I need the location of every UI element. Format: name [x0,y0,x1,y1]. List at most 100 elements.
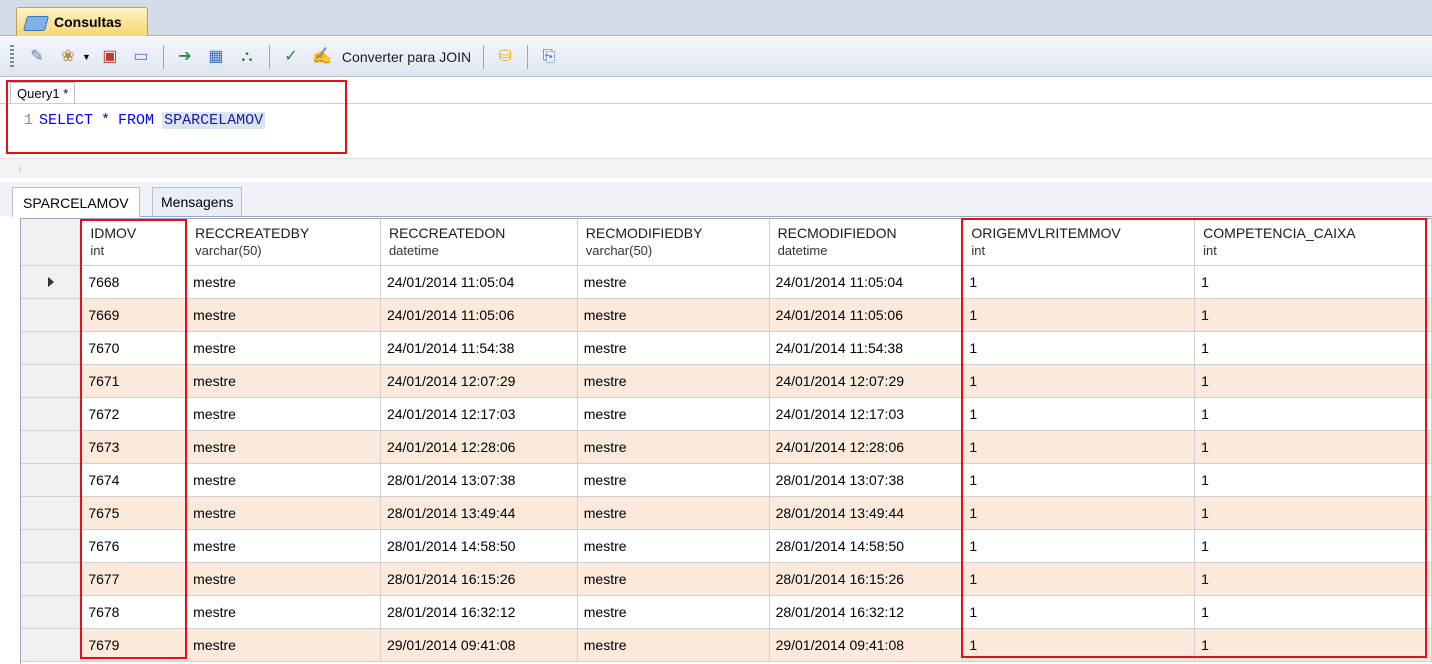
table-cell[interactable]: 28/01/2014 16:32:12 [769,595,964,629]
table-cell[interactable]: mestre [186,529,381,563]
table-cell[interactable]: 24/01/2014 11:05:04 [380,265,578,299]
table-cell[interactable]: mestre [186,562,381,596]
consultas-doc-tab[interactable]: Consultas [16,7,148,36]
convert-join-button[interactable]: Converter para JOIN [342,49,471,65]
open-dropdown-icon[interactable]: ▼ [82,52,91,62]
database-icon[interactable]: ⛁ [492,44,518,70]
table-cell[interactable]: 1 [1194,529,1432,563]
table-row[interactable]: 7668 mestre 24/01/2014 11:05:04 mestre 24/01… [21,265,1432,299]
table-row[interactable]: 7674 mestre 28/01/2014 13:07:38 mestre 28/01… [21,463,1432,497]
table-cell[interactable]: mestre [186,331,381,365]
table-cell[interactable]: 1 [962,298,1196,332]
table-cell[interactable]: 1 [962,430,1196,464]
table-cell[interactable]: 28/01/2014 16:15:26 [380,562,578,596]
table-row[interactable]: 7679 mestre 29/01/2014 09:41:08 mestre 29/01… [21,628,1432,662]
save-icon[interactable]: ▣ [97,44,123,70]
row-selector[interactable] [21,463,83,497]
table-cell[interactable]: 1 [962,265,1196,299]
column-header[interactable]: RECCREATEDON datetime [380,219,578,266]
table-cell[interactable]: 1 [962,364,1196,398]
table-cell[interactable]: mestre [577,463,770,497]
table-cell[interactable]: 24/01/2014 11:54:38 [380,331,578,365]
table-cell[interactable]: 1 [1194,265,1432,299]
row-selector[interactable] [21,496,83,530]
table-cell[interactable]: mestre [577,298,770,332]
table-cell[interactable]: 24/01/2014 11:54:38 [769,331,964,365]
export-icon[interactable]: ⎘ [536,44,562,70]
table-cell[interactable]: 24/01/2014 11:05:06 [380,298,578,332]
table-cell[interactable]: 28/01/2014 16:32:12 [380,595,578,629]
diagram-icon[interactable]: ⛬ [234,44,260,70]
table-cell[interactable]: 1 [1194,562,1432,596]
table-cell[interactable]: mestre [186,298,381,332]
table-cell[interactable]: 28/01/2014 16:15:26 [769,562,964,596]
table-cell[interactable]: mestre [577,430,770,464]
editor-horizontal-scrollbar[interactable]: ‹ [0,158,1432,178]
table-cell[interactable]: 28/01/2014 14:58:50 [769,529,964,563]
table-cell[interactable]: 1 [1194,463,1432,497]
table-cell[interactable]: 1 [962,529,1196,563]
scroll-left-icon[interactable]: ‹ [18,161,22,176]
table-cell[interactable]: 28/01/2014 13:07:38 [769,463,964,497]
table-cell[interactable]: 1 [1194,298,1432,332]
column-header[interactable]: COMPETENCIA_CAIXA int [1194,219,1432,266]
row-selector[interactable] [21,331,83,365]
row-selector[interactable] [21,265,83,299]
row-selector[interactable] [21,397,83,431]
table-cell[interactable]: mestre [186,463,381,497]
column-header[interactable]: ORIGEMVLRITEMMOV int [962,219,1196,266]
table-cell[interactable]: 24/01/2014 12:28:06 [769,430,964,464]
row-selector[interactable] [21,529,83,563]
table-cell[interactable]: 28/01/2014 13:07:38 [380,463,578,497]
table-cell[interactable]: 29/01/2014 09:41:08 [769,628,964,662]
row-selector[interactable] [21,628,83,662]
table-cell[interactable]: 24/01/2014 12:07:29 [380,364,578,398]
row-selector[interactable] [21,298,83,332]
table-cell[interactable]: 1 [962,463,1196,497]
table-cell[interactable]: 7675 [81,496,188,530]
table-cell[interactable]: mestre [577,496,770,530]
table-cell[interactable]: 28/01/2014 13:49:44 [769,496,964,530]
row-selector[interactable] [21,595,83,629]
table-cell[interactable]: 24/01/2014 12:07:29 [769,364,964,398]
table-cell[interactable]: 1 [1194,397,1432,431]
table-cell[interactable]: 1 [1194,595,1432,629]
table-cell[interactable]: 1 [962,628,1196,662]
table-cell[interactable]: 7679 [81,628,188,662]
tab-sparcelamov[interactable]: SPARCELAMOV [12,187,140,217]
table-cell[interactable]: 7668 [81,265,188,299]
row-selector[interactable] [21,364,83,398]
table-cell[interactable]: 1 [962,496,1196,530]
table-cell[interactable]: 24/01/2014 12:17:03 [380,397,578,431]
open-icon[interactable]: ❀ [55,44,81,70]
table-cell[interactable]: 7678 [81,595,188,629]
toolbar-grip[interactable] [10,44,14,69]
table-cell[interactable]: 7672 [81,397,188,431]
table-row[interactable]: 7673 mestre 24/01/2014 12:28:06 mestre 24/01… [21,430,1432,464]
format-icon[interactable]: ✍ [309,44,335,70]
check-icon[interactable]: ✓ [278,44,304,70]
table-cell[interactable]: 1 [962,397,1196,431]
table-row[interactable]: 7669 mestre 24/01/2014 11:05:06 mestre 24/01… [21,298,1432,332]
table-cell[interactable]: mestre [577,331,770,365]
column-header[interactable]: RECMODIFIEDBY varchar(50) [577,219,770,266]
tab-mensagens[interactable]: Mensagens [152,187,243,216]
table-cell[interactable]: 28/01/2014 13:49:44 [380,496,578,530]
table-cell[interactable]: 1 [1194,364,1432,398]
table-cell[interactable]: mestre [186,628,381,662]
table-cell[interactable]: mestre [577,628,770,662]
row-selector-header[interactable] [21,219,83,266]
table-cell[interactable]: 7674 [81,463,188,497]
table-cell[interactable]: 7673 [81,430,188,464]
table-cell[interactable]: 7677 [81,562,188,596]
column-header[interactable]: RECMODIFIEDON datetime [769,219,964,266]
table-cell[interactable]: 1 [962,331,1196,365]
column-header[interactable]: IDMOV int [81,219,188,266]
table-cell[interactable]: 7669 [81,298,188,332]
column-header[interactable]: RECCREATEDBY varchar(50) [186,219,381,266]
table-cell[interactable]: 28/01/2014 14:58:50 [380,529,578,563]
table-cell[interactable]: 1 [1194,430,1432,464]
table-cell[interactable]: 7671 [81,364,188,398]
table-cell[interactable]: 24/01/2014 12:17:03 [769,397,964,431]
table-cell[interactable]: mestre [577,397,770,431]
